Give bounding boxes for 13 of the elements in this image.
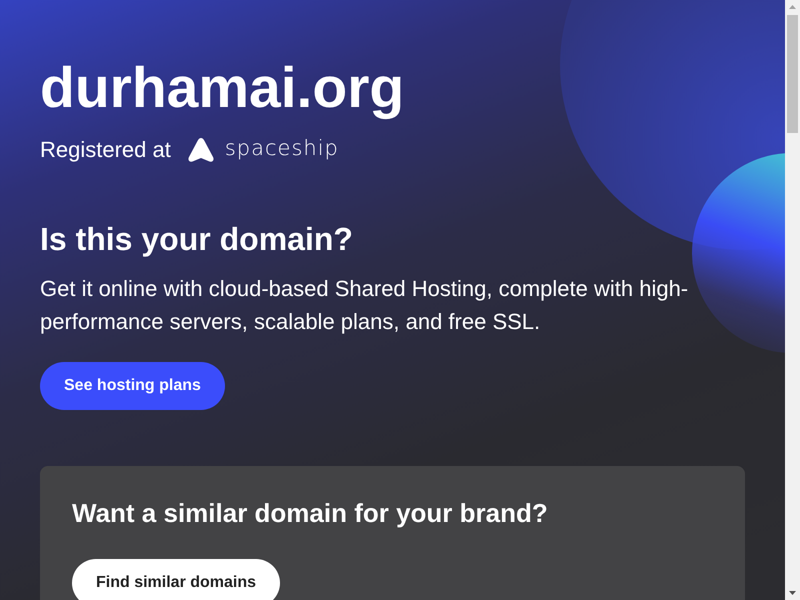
find-domains-button[interactable]: Find similar domains <box>72 559 280 600</box>
scroll-down-icon[interactable] <box>789 591 796 595</box>
hosting-plans-button[interactable]: See hosting plans <box>40 362 225 410</box>
description-text: Get it online with cloud-based Shared Hosting, complete with high-performance servers, scalable plans, and free SSL. <box>40 275 690 336</box>
domain-title: durhamai.org <box>40 55 404 121</box>
card-heading: Want a similar domain for your brand? <box>72 498 548 529</box>
section-heading: Is this your domain? <box>40 221 353 258</box>
scrollbar[interactable] <box>785 0 800 600</box>
scrollbar-thumb[interactable] <box>787 15 798 133</box>
scroll-up-icon[interactable] <box>789 5 796 9</box>
registered-label: Registered at <box>40 137 171 163</box>
rocket-logo-icon <box>186 137 215 163</box>
brand-name: spaceship <box>224 136 339 160</box>
